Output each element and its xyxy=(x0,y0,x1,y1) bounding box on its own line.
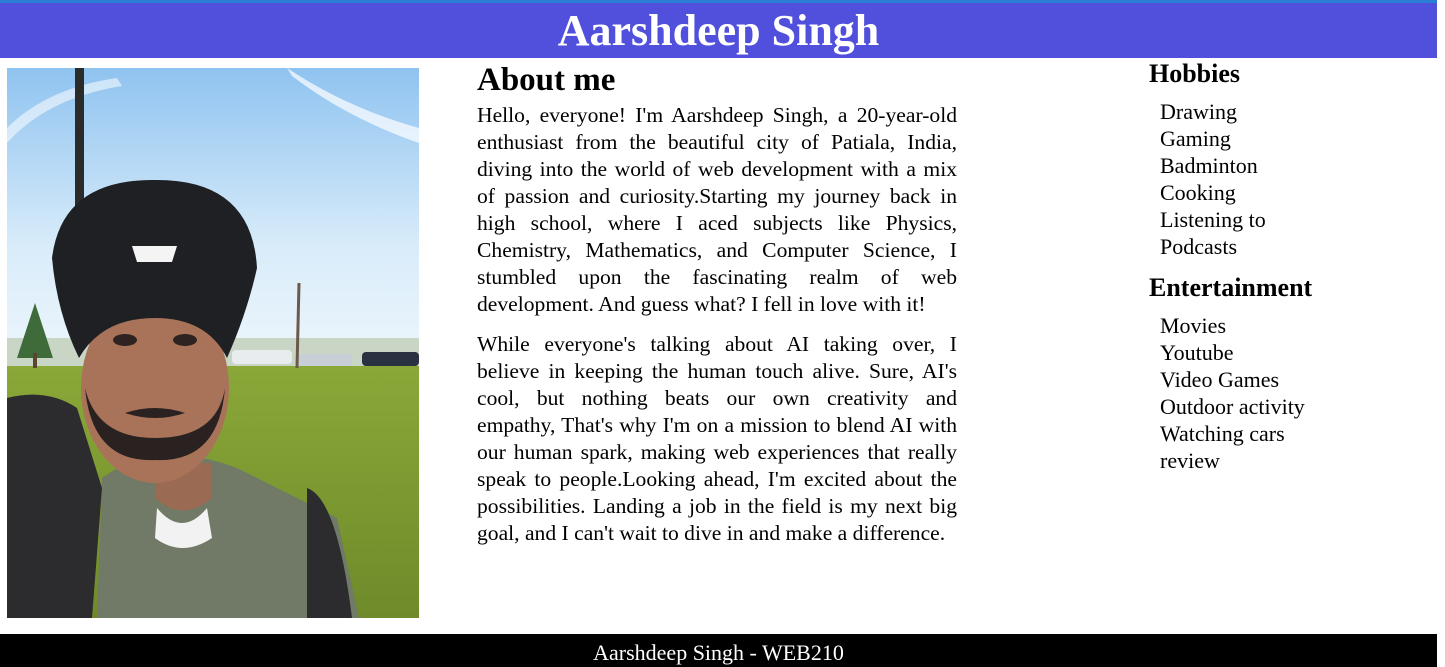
about-paragraph: While everyone's talking about AI taking… xyxy=(477,332,957,545)
about-heading: About me xyxy=(477,62,616,98)
about-section: About me Hello, everyone! I'm Aarshdeep … xyxy=(477,60,957,560)
hobbies-heading: Hobbies xyxy=(1149,59,1241,88)
list-item: Youtube xyxy=(1160,340,1234,365)
list-item: Listening to Podcasts xyxy=(1160,207,1266,259)
profile-photo xyxy=(7,68,419,618)
list-item: Video Games xyxy=(1160,367,1280,392)
list-item: Watching cars review xyxy=(1160,421,1285,473)
entertainment-heading: Entertainment xyxy=(1149,273,1313,302)
entertainment-list: Movies Youtube Video Games Outdoor activ… xyxy=(1149,312,1310,474)
list-item: Drawing xyxy=(1160,99,1237,124)
hobbies-list: Drawing Gaming Badminton Cooking Listeni… xyxy=(1149,98,1310,260)
page-title: Aarshdeep Singh xyxy=(557,6,880,55)
about-paragraph: Hello, everyone! I'm Aarshdeep Singh, a … xyxy=(477,103,957,316)
footer-text: Aarshdeep Singh - WEB210 xyxy=(593,640,844,665)
list-item: Movies xyxy=(1160,313,1226,338)
list-item: Outdoor activity xyxy=(1160,394,1305,419)
list-item: Cooking xyxy=(1160,180,1236,205)
site-header: Aarshdeep Singh xyxy=(0,3,1437,58)
sidebar: Hobbies Drawing Gaming Badminton Cooking… xyxy=(1149,58,1419,486)
list-item: Badminton xyxy=(1160,153,1258,178)
site-footer: Aarshdeep Singh - WEB210 xyxy=(0,634,1437,667)
list-item: Gaming xyxy=(1160,126,1231,151)
